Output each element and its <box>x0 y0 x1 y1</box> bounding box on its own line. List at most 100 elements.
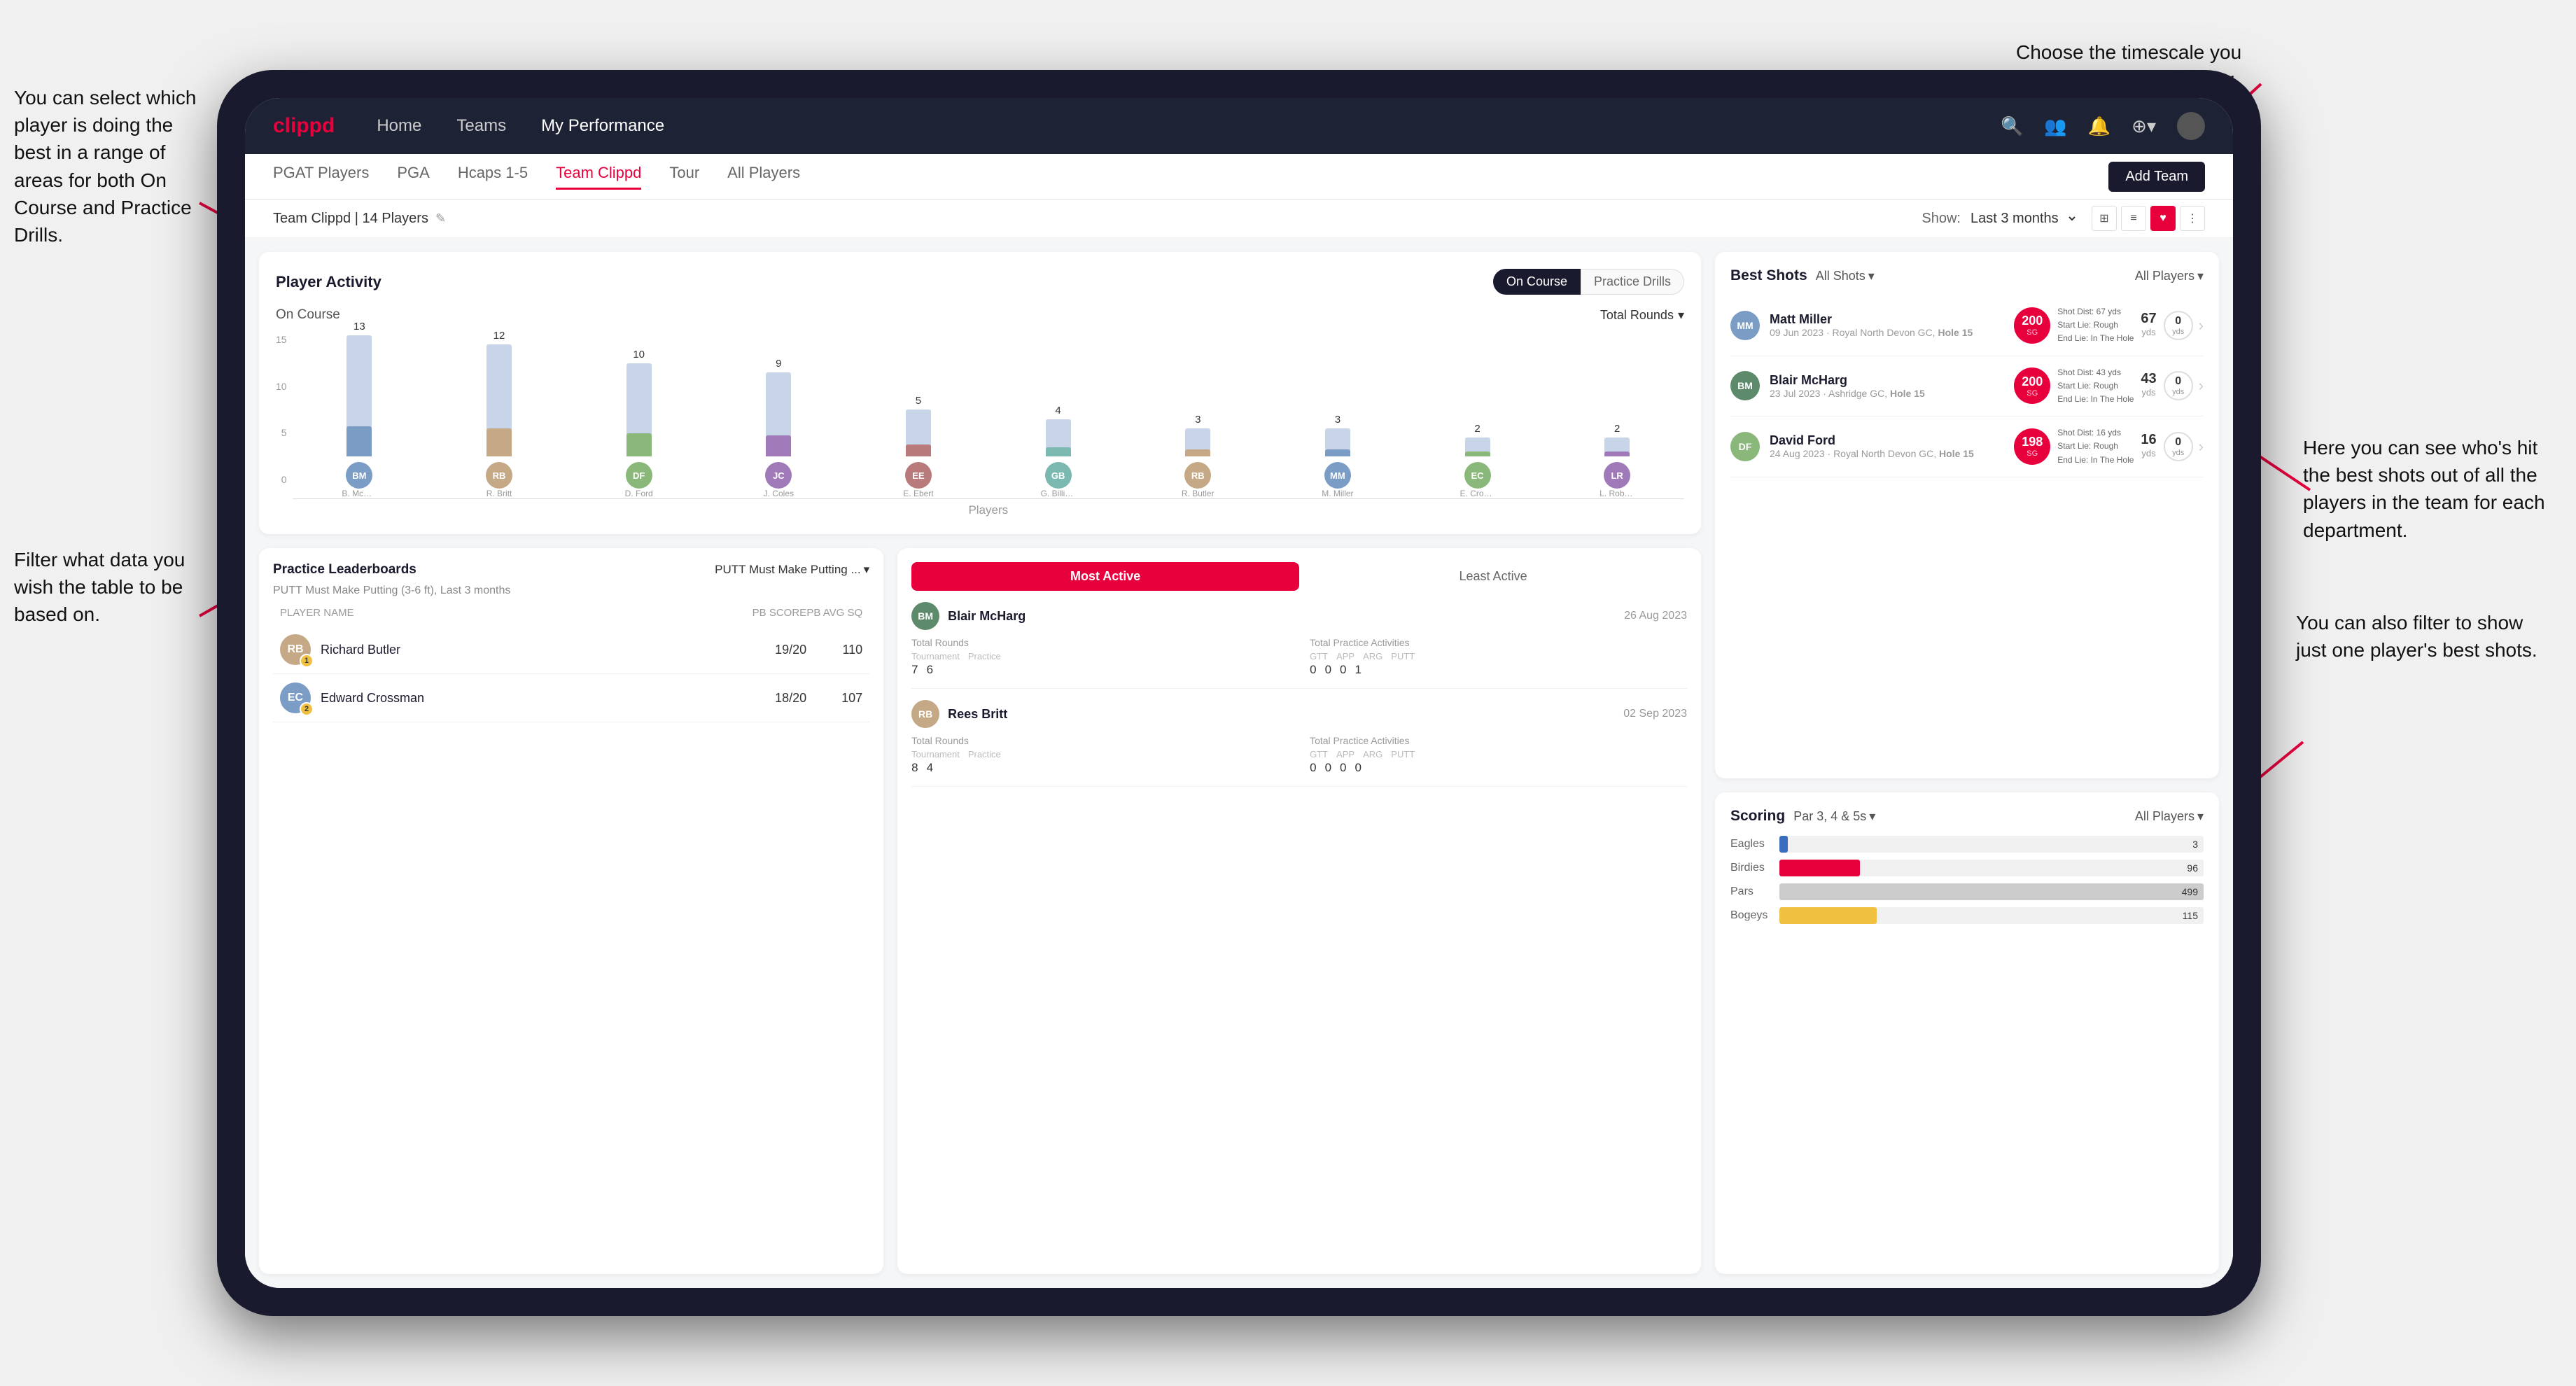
chart-subtitle-row: On Course Total Rounds ▾ <box>276 307 1684 323</box>
scoring-bar-value: 115 <box>2183 910 2198 921</box>
bar-value: 5 <box>916 395 921 407</box>
scoring-bar-fill <box>1779 907 1877 924</box>
annotation-filter: Filter what data you wish the table to b… <box>14 546 210 629</box>
tab-team-clippd[interactable]: Team Clippd <box>556 164 641 190</box>
shot-chevron-icon: › <box>2199 377 2204 395</box>
bell-icon[interactable]: 🔔 <box>2088 115 2110 137</box>
bar-avatar[interactable]: EE <box>905 462 932 489</box>
shot-entry[interactable]: BM Blair McHarg 23 Jul 2023 · Ashridge G… <box>1730 356 2204 417</box>
active-player-header: BM Blair McHarg 26 Aug 2023 <box>911 602 1687 630</box>
bar-avatar[interactable]: DF <box>626 462 652 489</box>
time-period-select[interactable]: Last 3 months Last 6 months Last 12 mont… <box>1968 210 2078 227</box>
practice-player-row[interactable]: EC 2 Edward Crossman 18/20 107 <box>273 674 869 722</box>
bar-avatar[interactable]: RB <box>1184 462 1211 489</box>
rank-badge: 2 <box>300 702 314 716</box>
practice-leaderboards-card: Practice Leaderboards PUTT Must Make Put… <box>259 548 883 1274</box>
shot-entry[interactable]: DF David Ford 24 Aug 2023 · Royal North … <box>1730 416 2204 477</box>
on-course-tab[interactable]: On Course <box>1493 269 1581 295</box>
bar-avatar[interactable]: RB <box>486 462 512 489</box>
nav-home[interactable]: Home <box>377 116 421 136</box>
practice-subtitle: PUTT Must Make Putting (3-6 ft), Last 3 … <box>273 584 869 597</box>
total-practice-label: Total Practice Activities <box>1310 735 1687 746</box>
bar-avatar[interactable]: GB <box>1045 462 1072 489</box>
team-header: Team Clippd | 14 Players ✎ Show: Last 3 … <box>245 200 2233 238</box>
practice-values: 0001 <box>1310 663 1687 677</box>
player-activity-title: Player Activity <box>276 273 382 291</box>
bar[interactable] <box>1465 438 1490 456</box>
practice-player-avatar: RB 1 <box>280 634 311 665</box>
bar-label: E. Crossman <box>1460 489 1495 498</box>
bar[interactable] <box>766 372 791 456</box>
bar[interactable] <box>1325 428 1350 456</box>
shot-detail-box: Shot Dist: 16 ydsStart Lie: RoughEnd Lie… <box>2057 426 2134 467</box>
bar-label: E. Ebert <box>903 489 933 498</box>
left-panel: Player Activity On Course Practice Drill… <box>245 238 1715 1288</box>
y-axis: 15 10 5 0 <box>276 331 287 485</box>
practice-cols-header: PLAYER NAME PB SCORE PB AVG SQ <box>273 607 869 619</box>
rounds-stat-group: Total Rounds TournamentPractice 76 <box>911 637 1289 677</box>
bar-group: 2 EC E. Crossman <box>1410 423 1545 498</box>
detail-view-btn[interactable]: ⋮ <box>2180 206 2205 231</box>
shot-metrics: 67 yds 0 yds <box>2141 311 2192 340</box>
edit-icon[interactable]: ✎ <box>435 211 446 226</box>
chart-area: On Course Total Rounds ▾ 15 10 5 0 <box>276 307 1684 517</box>
bar[interactable] <box>1604 438 1630 456</box>
bar[interactable] <box>906 410 931 456</box>
least-active-tab[interactable]: Least Active <box>1299 562 1687 591</box>
best-shots-header: Best Shots All Shots ▾ All Players ▾ <box>1730 267 2204 284</box>
most-active-tab[interactable]: Most Active <box>911 562 1299 591</box>
practice-drills-tab[interactable]: Practice Drills <box>1581 269 1684 295</box>
app-logo: clippd <box>273 114 335 138</box>
bar[interactable] <box>486 344 512 456</box>
heart-view-btn[interactable]: ♥ <box>2150 206 2176 231</box>
plus-circle-icon[interactable]: ⊕▾ <box>2132 115 2156 137</box>
view-toggle-icons: ⊞ ≡ ♥ ⋮ <box>2092 206 2205 231</box>
shot-player-name: Matt Miller <box>1770 312 2004 327</box>
practice-player-avatar: EC 2 <box>280 682 311 713</box>
practice-header: Practice Leaderboards PUTT Must Make Put… <box>273 562 869 578</box>
bar-avatar[interactable]: LR <box>1604 462 1630 489</box>
search-icon[interactable]: 🔍 <box>2001 115 2023 137</box>
all-players-filter[interactable]: All Players ▾ <box>2135 269 2204 284</box>
scoring-bar-fill <box>1779 836 1788 853</box>
nav-my-performance[interactable]: My Performance <box>541 116 664 136</box>
all-shots-filter[interactable]: All Shots ▾ <box>1816 269 1875 284</box>
add-team-button[interactable]: Add Team <box>2108 162 2205 192</box>
bars-wrapper: 13 BM B. McHarg 12 RB R. Britt 10 DF D. … <box>293 331 1684 517</box>
scoring-bar-container: 115 <box>1779 907 2204 924</box>
tab-hcaps[interactable]: Hcaps 1-5 <box>458 164 528 190</box>
practice-player-name: Richard Butler <box>321 643 750 657</box>
par-filter[interactable]: Par 3, 4 & 5s ▾ <box>1793 809 1875 824</box>
right-panel: Best Shots All Shots ▾ All Players ▾ MM … <box>1715 238 2233 1288</box>
total-rounds-filter[interactable]: Total Rounds ▾ <box>1600 308 1684 323</box>
active-player-section: BM Blair McHarg 26 Aug 2023 Total Rounds… <box>911 602 1687 689</box>
drill-select[interactable]: PUTT Must Make Putting ... ▾ <box>715 563 869 577</box>
user-avatar[interactable] <box>2177 112 2205 140</box>
tab-pga[interactable]: PGA <box>397 164 429 190</box>
grid-view-btn[interactable]: ⊞ <box>2092 206 2117 231</box>
bar-avatar[interactable]: EC <box>1464 462 1491 489</box>
bar-avatar[interactable]: MM <box>1324 462 1351 489</box>
nav-teams[interactable]: Teams <box>456 116 506 136</box>
active-player-section: RB Rees Britt 02 Sep 2023 Total Rounds T… <box>911 700 1687 787</box>
bar-avatar[interactable]: JC <box>765 462 792 489</box>
practice-player-row[interactable]: RB 1 Richard Butler 19/20 110 <box>273 626 869 674</box>
scoring-all-players[interactable]: All Players ▾ <box>2135 809 2204 824</box>
bar[interactable] <box>626 363 652 456</box>
scoring-bar-value: 96 <box>2187 862 2198 874</box>
bar-group: 12 RB R. Britt <box>432 330 566 498</box>
bar[interactable] <box>346 335 372 456</box>
bar-group: 2 LR L. Robertson <box>1550 423 1684 498</box>
bar-avatar[interactable]: BM <box>346 462 372 489</box>
shot-entry[interactable]: MM Matt Miller 09 Jun 2023 · Royal North… <box>1730 295 2204 356</box>
tab-pgat-players[interactable]: PGAT Players <box>273 164 369 190</box>
bar[interactable] <box>1046 419 1071 456</box>
users-icon[interactable]: 👥 <box>2044 115 2066 137</box>
shot-score-badge: 200 SG <box>2014 307 2050 344</box>
tab-tour[interactable]: Tour <box>669 164 699 190</box>
bar-label: B. McHarg <box>342 489 377 498</box>
list-view-btn[interactable]: ≡ <box>2121 206 2146 231</box>
bar[interactable] <box>1185 428 1210 456</box>
tab-all-players[interactable]: All Players <box>727 164 800 190</box>
player-activity-header: Player Activity On Course Practice Drill… <box>276 269 1684 295</box>
